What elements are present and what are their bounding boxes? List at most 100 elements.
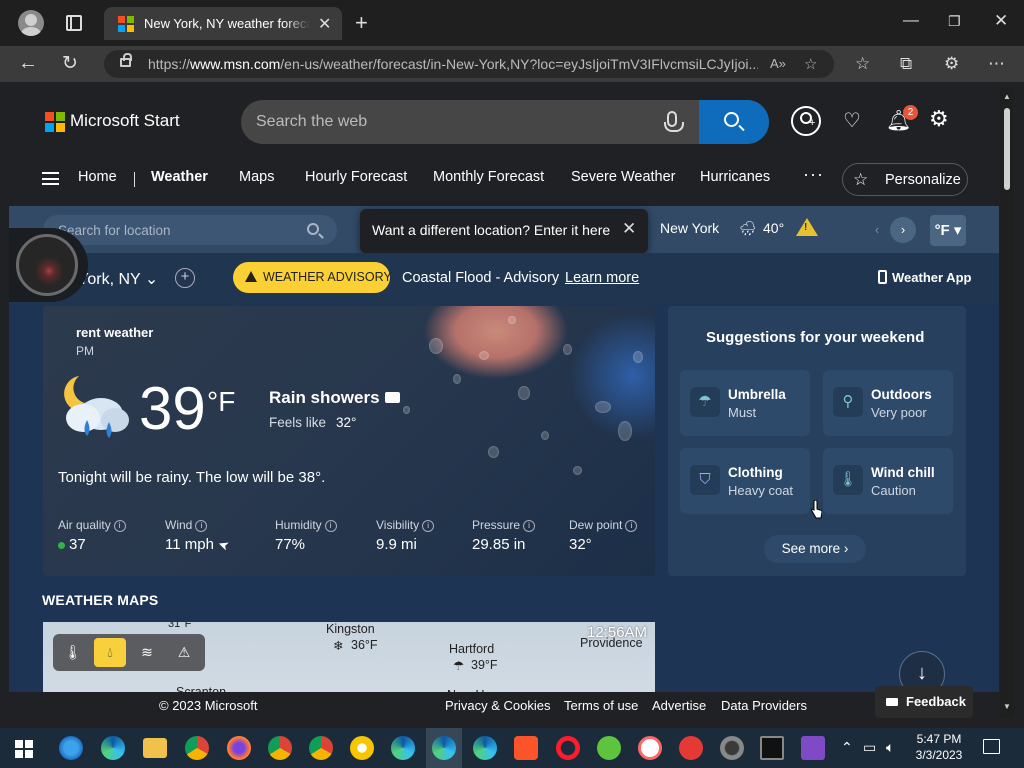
action-center-icon[interactable] <box>983 739 1000 754</box>
precipitation-layer-icon[interactable]: 💧︎ <box>94 638 126 667</box>
opera-icon[interactable] <box>556 736 580 760</box>
edge-icon[interactable] <box>101 736 125 760</box>
floating-avatar-bubble[interactable] <box>9 228 88 302</box>
microsoft-logo-icon[interactable] <box>45 112 65 132</box>
tab-actions-icon[interactable] <box>66 15 82 31</box>
footer-link-advertise[interactable]: Advertise <box>652 698 706 713</box>
metric-dew-point[interactable]: Dew point 32° <box>569 518 637 553</box>
wind-layer-icon[interactable]: ≋ <box>131 638 163 667</box>
lock-icon[interactable] <box>120 53 132 67</box>
nav-weather[interactable]: Weather <box>151 169 208 185</box>
chrome-canary-icon[interactable] <box>350 736 374 760</box>
metric-wind[interactable]: Wind 11 mph ➤ <box>165 518 231 554</box>
location-search-input[interactable]: Search for location <box>43 215 337 245</box>
next-arrow-icon[interactable]: › <box>890 217 916 243</box>
nav-monthly-forecast[interactable]: Monthly Forecast <box>433 169 544 185</box>
volume-icon[interactable]: 🔈︎ <box>886 739 894 756</box>
learn-more-link[interactable]: Learn more <box>565 270 639 286</box>
current-weather-card[interactable]: rent weather PM 39 °F Rain showers Feels… <box>43 306 655 576</box>
terminal-icon[interactable] <box>760 736 784 760</box>
edge-dev-icon[interactable] <box>432 736 456 760</box>
internet-explorer-icon[interactable] <box>59 736 83 760</box>
search-button[interactable] <box>699 100 769 144</box>
footer-link-privacy[interactable]: Privacy & Cookies <box>445 698 550 713</box>
scroll-up-arrow-icon[interactable]: ▲ <box>1003 92 1011 101</box>
message-icon[interactable] <box>385 392 400 403</box>
temperature-layer-icon[interactable]: 🌡︎ <box>57 638 89 667</box>
windows-start-icon[interactable] <box>15 740 33 758</box>
more-menu-icon[interactable]: ⋯ <box>988 54 1005 74</box>
suggestion-wind-chill[interactable]: 🌡︎ Wind chill Caution <box>823 448 953 514</box>
weather-advisory-badge[interactable]: WEATHER ADVISORY <box>233 262 392 293</box>
scroll-down-arrow-icon[interactable]: ▼ <box>1003 702 1011 711</box>
new-tab-icon[interactable]: + <box>355 10 368 36</box>
favorites-icon[interactable]: ☆ <box>855 54 870 74</box>
restore-icon[interactable]: ❐ <box>948 13 961 30</box>
edge-beta-icon[interactable] <box>391 736 415 760</box>
profile-avatar-icon[interactable] <box>18 10 44 36</box>
metric-pressure[interactable]: Pressure 29.85 in <box>472 518 535 553</box>
microphone-icon[interactable] <box>664 111 684 132</box>
temperature-unit-dropdown[interactable]: °F ▾ <box>930 215 966 246</box>
personalize-button[interactable]: ☆ Personalize <box>842 163 968 196</box>
minimize-icon[interactable]: — <box>903 12 919 30</box>
url-field[interactable]: https://www.msn.com/en-us/weather/foreca… <box>104 50 834 78</box>
web-search-box[interactable]: Search the web <box>241 100 769 144</box>
yandex-icon[interactable] <box>679 736 703 760</box>
search-icon[interactable] <box>307 223 319 235</box>
close-icon[interactable]: ✕ <box>622 219 636 239</box>
search-input[interactable]: Search the web <box>256 113 367 131</box>
browser-tab[interactable]: New York, NY weather forecast ✕ <box>104 7 342 40</box>
nav-home[interactable]: Home <box>78 169 117 185</box>
read-aloud-icon[interactable]: A» <box>770 56 786 71</box>
nav-hurricanes[interactable]: Hurricanes <box>700 169 770 185</box>
page-scrollbar[interactable]: ▲ ▼ <box>1000 88 1014 718</box>
suggestion-umbrella[interactable]: ☂︎ Umbrella Must <box>680 370 810 436</box>
saved-location-city[interactable]: New York <box>660 220 719 236</box>
footer-link-terms[interactable]: Terms of use <box>564 698 638 713</box>
scrollbar-thumb[interactable] <box>1004 108 1010 190</box>
network-icon[interactable]: ▭ <box>863 739 876 756</box>
add-location-icon[interactable]: + <box>175 268 195 288</box>
hamburger-menu-icon[interactable] <box>42 172 59 185</box>
sign-in-user-icon[interactable] <box>791 106 821 136</box>
extensions-icon[interactable]: ⚙ <box>944 54 959 74</box>
prev-arrow-icon[interactable]: ‹ <box>864 217 890 243</box>
firefox-icon[interactable] <box>227 736 251 760</box>
settings-gear-icon[interactable]: ⚙ <box>929 106 949 132</box>
browser-shield-icon[interactable] <box>638 736 662 760</box>
nav-maps[interactable]: Maps <box>239 169 274 185</box>
edge-canary-icon[interactable] <box>473 736 497 760</box>
chrome-beta-icon[interactable] <box>268 736 292 760</box>
chrome-icon[interactable] <box>185 736 209 760</box>
brand-name[interactable]: Microsoft Start <box>70 111 180 131</box>
suggestion-outdoors[interactable]: ⚲ Outdoors Very poor <box>823 370 953 436</box>
severe-alert-layer-icon[interactable]: ⚠︎ <box>168 638 200 667</box>
nav-more-icon[interactable]: ··· <box>803 164 824 185</box>
feedback-button[interactable]: Feedback <box>875 686 973 718</box>
nav-severe-weather[interactable]: Severe Weather <box>571 169 676 185</box>
nav-hourly-forecast[interactable]: Hourly Forecast <box>305 169 407 185</box>
tray-overflow-icon[interactable]: ⌃ <box>841 739 853 756</box>
collections-icon[interactable]: ⧉ <box>900 54 912 74</box>
obs-icon[interactable] <box>720 736 744 760</box>
metric-air-quality[interactable]: Air quality 37 <box>58 518 126 553</box>
back-icon[interactable]: ← <box>18 52 38 75</box>
file-explorer-icon[interactable] <box>143 738 167 758</box>
weather-app-link[interactable]: Weather App <box>878 270 971 285</box>
see-more-button[interactable]: See more › <box>764 535 866 563</box>
add-favorite-icon[interactable]: ☆ <box>804 55 817 73</box>
metric-visibility[interactable]: Visibility 9.9 mi <box>376 518 434 553</box>
footer-link-data-providers[interactable]: Data Providers <box>721 698 807 713</box>
brave-icon[interactable] <box>514 736 538 760</box>
chrome-dev-icon[interactable] <box>309 736 333 760</box>
close-window-icon[interactable]: ✕ <box>994 11 1008 31</box>
warning-icon[interactable]: ! <box>796 218 818 236</box>
refresh-icon[interactable]: ↻ <box>62 52 78 75</box>
tab-close-icon[interactable]: ✕ <box>318 14 331 34</box>
rewards-trophy-icon[interactable]: ♡ <box>843 108 861 133</box>
visual-studio-icon[interactable] <box>801 736 825 760</box>
system-clock[interactable]: 5:47 PM 3/3/2023 <box>914 731 964 763</box>
metric-humidity[interactable]: Humidity 77% <box>275 518 337 553</box>
suggestion-clothing[interactable]: ⛉ Clothing Heavy coat <box>680 448 810 514</box>
